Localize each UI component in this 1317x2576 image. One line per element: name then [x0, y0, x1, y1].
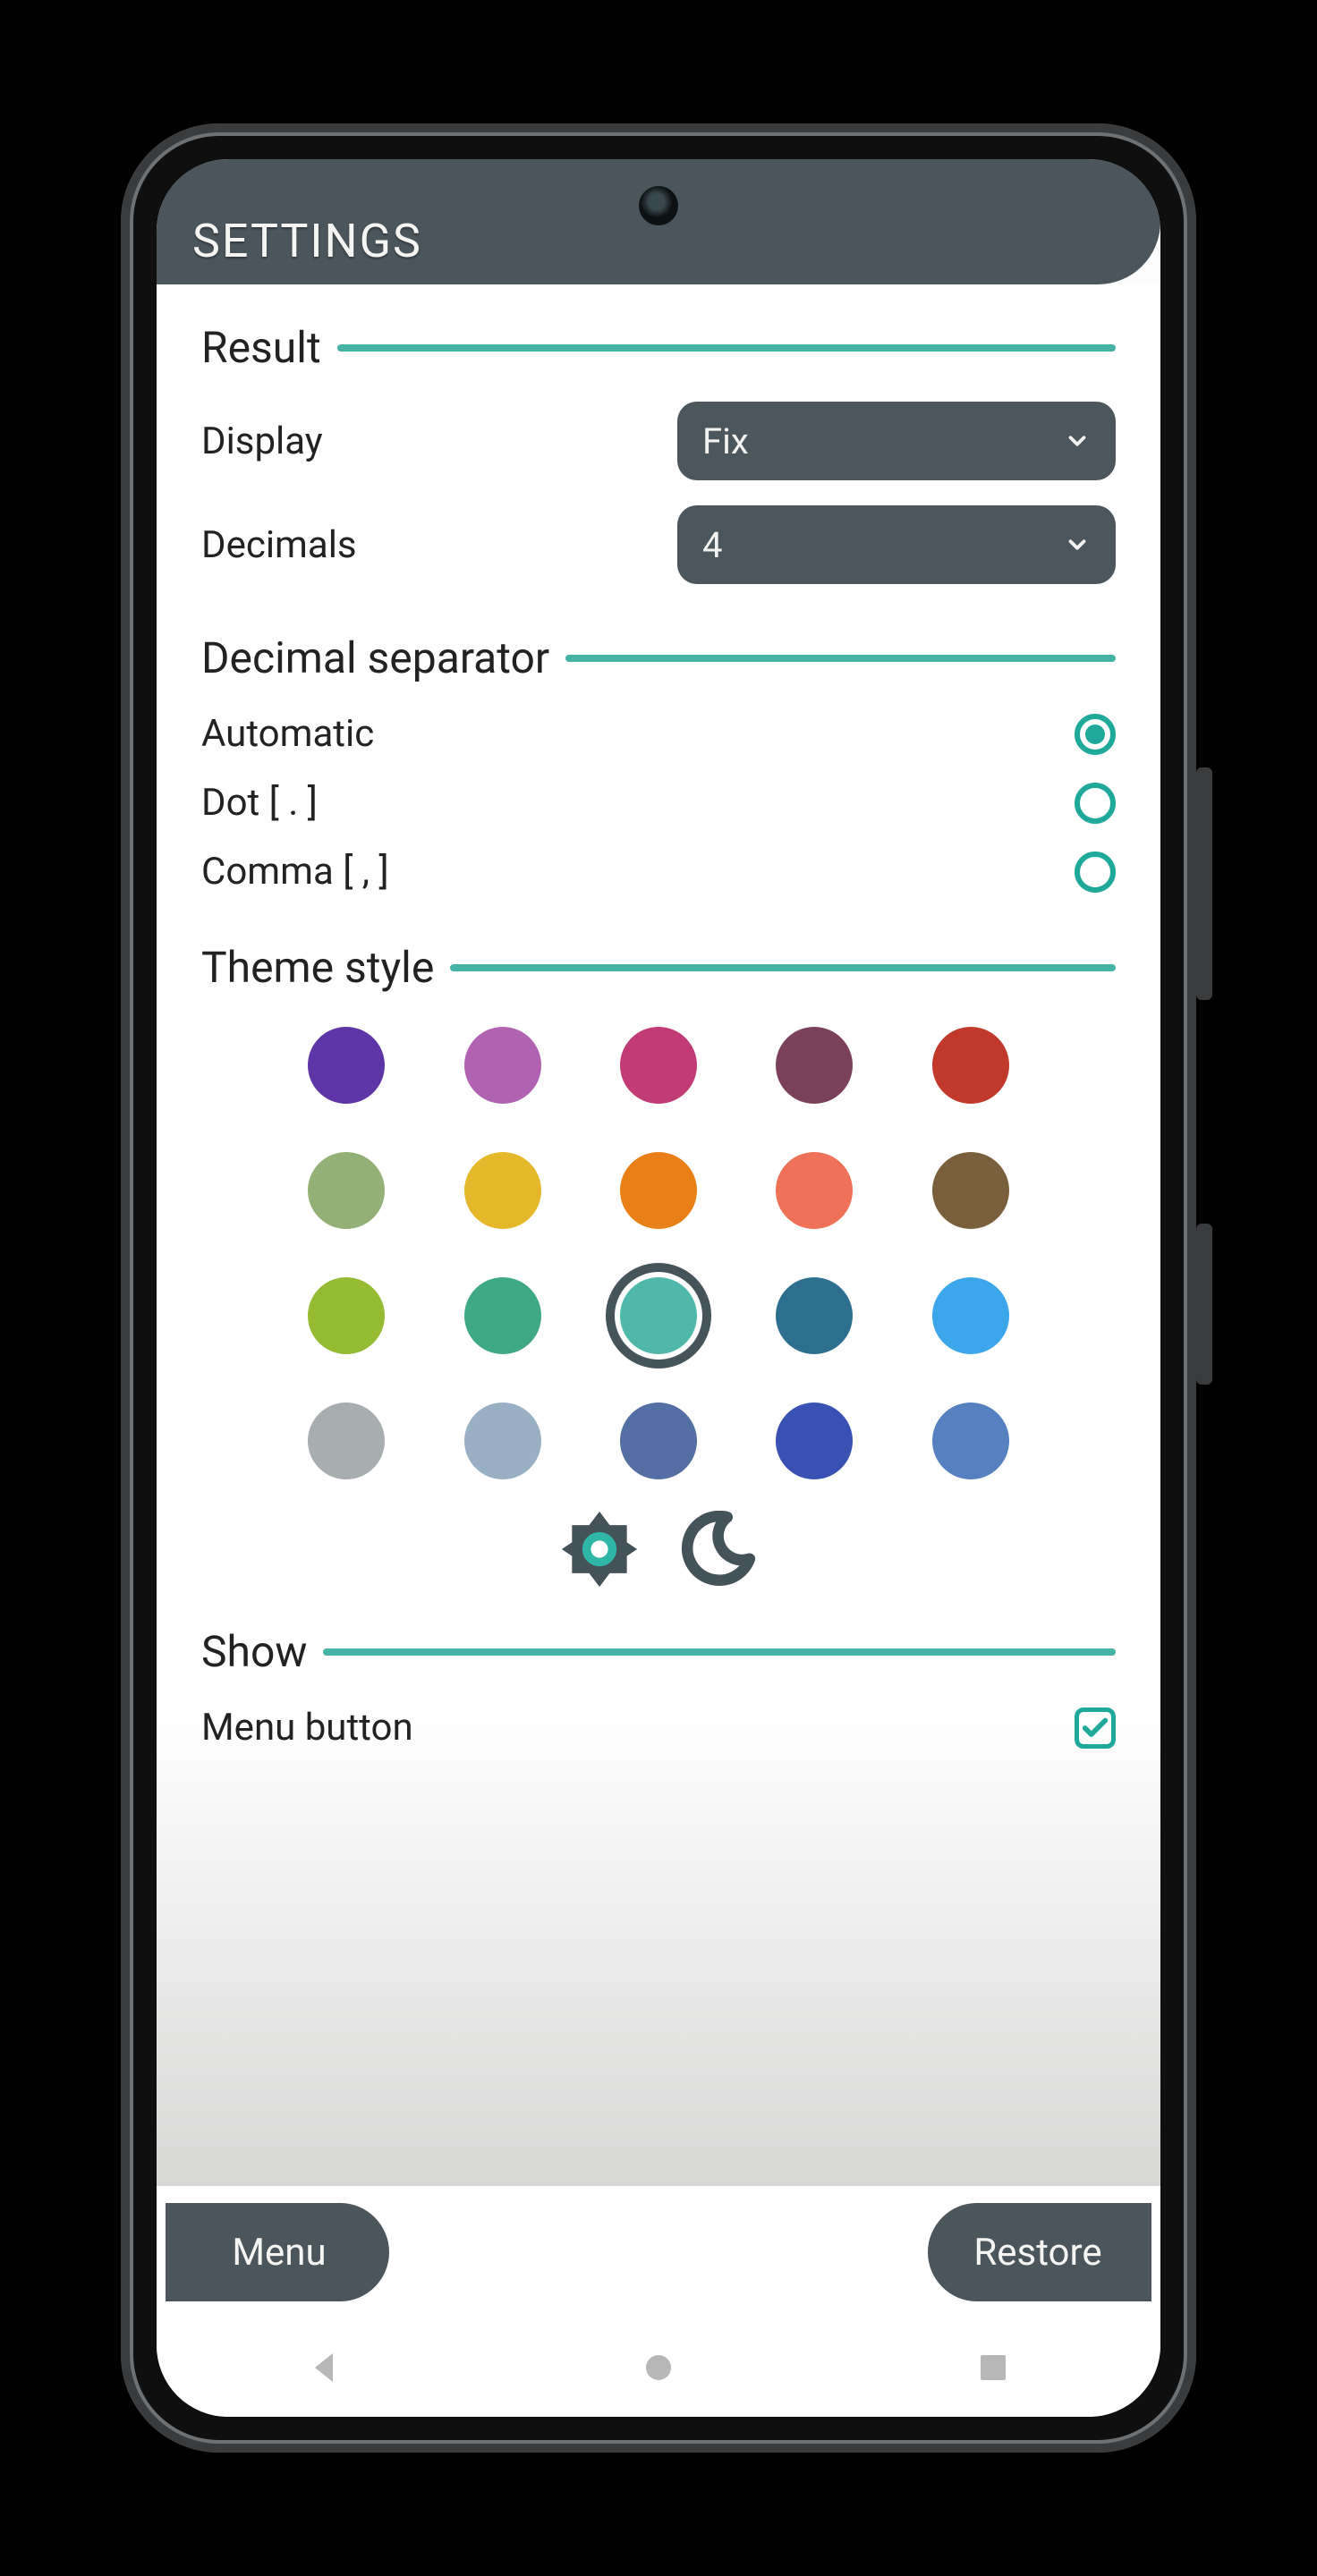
theme-swatch[interactable]	[308, 1277, 385, 1354]
volume-button	[1196, 767, 1212, 1000]
row-menu-button[interactable]: Menu button	[201, 1693, 1116, 1762]
nav-back-icon[interactable]	[302, 2346, 345, 2389]
menu-button-label: Menu button	[201, 1706, 413, 1750]
decimals-label: Decimals	[201, 523, 357, 567]
chevron-down-icon	[1064, 428, 1091, 454]
radio-dot	[1085, 724, 1105, 744]
separator-option-label: Comma [ , ]	[201, 850, 389, 894]
divider	[323, 1648, 1116, 1656]
display-dropdown[interactable]: Fix	[677, 402, 1116, 480]
separator-option[interactable]: Comma [ , ]	[201, 837, 1116, 906]
theme-swatch[interactable]	[620, 1027, 697, 1104]
section-separator: Decimal separator	[201, 632, 1116, 683]
theme-mode-row	[201, 1508, 1116, 1590]
menu-button[interactable]: Menu	[166, 2203, 389, 2301]
menu-button-checkbox[interactable]	[1075, 1707, 1116, 1749]
theme-swatch[interactable]	[308, 1152, 385, 1229]
section-show: Show	[201, 1626, 1116, 1677]
theme-swatch[interactable]	[776, 1027, 853, 1104]
theme-swatch[interactable]	[776, 1277, 853, 1354]
theme-swatch[interactable]	[308, 1027, 385, 1104]
theme-swatch[interactable]	[776, 1402, 853, 1479]
theme-swatch[interactable]	[464, 1152, 541, 1229]
theme-swatch-grid	[201, 1009, 1116, 1488]
separator-option[interactable]: Automatic	[201, 699, 1116, 768]
section-show-label: Show	[201, 1626, 307, 1677]
power-button	[1196, 1224, 1212, 1385]
screen: SETTINGS Result Display Fix	[157, 159, 1160, 2417]
separator-option-label: Automatic	[201, 712, 374, 756]
theme-swatch[interactable]	[464, 1402, 541, 1479]
nav-home-icon[interactable]	[637, 2346, 680, 2389]
radio-button[interactable]	[1075, 852, 1116, 893]
theme-swatch[interactable]	[932, 1402, 1009, 1479]
row-display: Display Fix	[201, 389, 1116, 493]
footer: Menu Restore	[157, 2186, 1160, 2318]
theme-swatch[interactable]	[464, 1027, 541, 1104]
phone-frame: SETTINGS Result Display Fix	[121, 123, 1196, 2453]
theme-swatch[interactable]	[620, 1152, 697, 1229]
divider	[450, 964, 1116, 971]
divider	[337, 344, 1116, 352]
page-title: SETTINGS	[192, 214, 422, 268]
brightness-icon	[558, 1508, 641, 1590]
separator-option-label: Dot [ . ]	[201, 781, 318, 825]
decimals-dropdown[interactable]: 4	[677, 505, 1116, 584]
light-mode-button[interactable]	[558, 1508, 641, 1590]
settings-content: Result Display Fix Decimals 4	[157, 284, 1160, 2186]
section-theme: Theme style	[201, 942, 1116, 993]
section-theme-label: Theme style	[201, 942, 434, 993]
dark-mode-button[interactable]	[676, 1508, 759, 1590]
section-result-label: Result	[201, 322, 321, 373]
menu-button-text: Menu	[232, 2231, 326, 2275]
radio-button[interactable]	[1075, 714, 1116, 755]
divider	[565, 655, 1116, 662]
theme-swatch[interactable]	[932, 1277, 1009, 1354]
check-icon	[1080, 1713, 1110, 1743]
theme-swatch[interactable]	[620, 1402, 697, 1479]
android-navbar	[157, 2318, 1160, 2417]
section-separator-label: Decimal separator	[201, 632, 549, 683]
chevron-down-icon	[1064, 531, 1091, 558]
theme-swatch[interactable]	[464, 1277, 541, 1354]
display-dropdown-value: Fix	[702, 420, 749, 462]
decimals-dropdown-value: 4	[702, 524, 722, 566]
nav-recent-icon[interactable]	[972, 2346, 1015, 2389]
restore-button[interactable]: Restore	[928, 2203, 1151, 2301]
theme-swatch[interactable]	[776, 1152, 853, 1229]
theme-swatch[interactable]	[932, 1027, 1009, 1104]
display-label: Display	[201, 419, 323, 463]
restore-button-text: Restore	[973, 2231, 1101, 2275]
radio-button[interactable]	[1075, 783, 1116, 824]
theme-swatch[interactable]	[308, 1402, 385, 1479]
separator-option[interactable]: Dot [ . ]	[201, 768, 1116, 837]
front-camera	[639, 186, 678, 225]
theme-swatch[interactable]	[620, 1277, 697, 1354]
moon-icon	[679, 1511, 756, 1588]
section-result: Result	[201, 322, 1116, 373]
row-decimals: Decimals 4	[201, 493, 1116, 597]
theme-swatch[interactable]	[932, 1152, 1009, 1229]
